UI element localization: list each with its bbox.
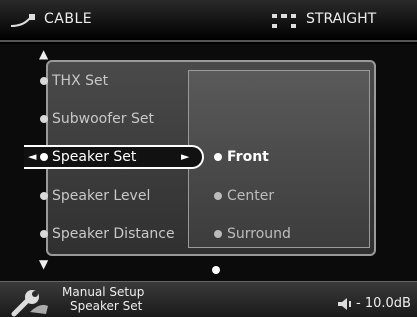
arrow-right-icon[interactable]: ► <box>181 150 189 163</box>
scroll-up-icon[interactable]: ▲ <box>39 48 48 60</box>
bullet-icon <box>214 153 222 161</box>
arrow-left-icon[interactable]: ◄ <box>28 150 36 163</box>
menu-item-label: Speaker Level <box>52 188 151 204</box>
bullet-icon <box>40 153 48 161</box>
scroll-down-icon[interactable]: ▼ <box>39 258 48 270</box>
bullet-icon <box>40 115 48 123</box>
bullet-icon <box>40 77 48 85</box>
submenu-item-label: Surround <box>227 226 291 242</box>
bullet-icon <box>214 230 222 238</box>
menu-item-speaker-set[interactable]: Speaker Set <box>40 145 136 169</box>
bullet-icon <box>40 192 48 200</box>
wrench-icon <box>11 290 48 317</box>
listening-mode-label: STRAIGHT <box>306 11 377 27</box>
submenu-item-surround[interactable]: Surround <box>214 222 291 246</box>
menu-item-label: Subwoofer Set <box>52 111 154 127</box>
status-footer: Manual Setup Speaker Set - 10.0dB <box>0 281 417 317</box>
menu-item-label: Speaker Distance <box>52 226 175 242</box>
setup-title: Manual Setup <box>62 285 145 299</box>
submenu-item-label: Center <box>227 188 275 204</box>
menu-item-subwoofer-set[interactable]: Subwoofer Set <box>40 107 154 131</box>
menu-item-speaker-distance[interactable]: Speaker Distance <box>40 222 175 246</box>
volume-level: - 10.0dB <box>356 296 411 311</box>
status-header: CABLE STRAIGHT <box>0 0 417 42</box>
speaker-volume-icon <box>338 298 351 310</box>
bullet-icon <box>214 192 222 200</box>
menu-item-speaker-level[interactable]: Speaker Level <box>40 184 150 208</box>
menu-item-label: Speaker Set <box>52 149 137 165</box>
cable-icon <box>10 14 36 27</box>
menu-item-label: THX Set <box>52 73 109 89</box>
speaker-layout-icon <box>272 14 296 28</box>
page-indicator-dot <box>212 266 220 274</box>
menu-item-thx-set[interactable]: THX Set <box>40 69 108 93</box>
setup-subtitle: Speaker Set <box>70 299 143 313</box>
submenu-item-center[interactable]: Center <box>214 184 274 208</box>
input-source-label: CABLE <box>44 11 93 27</box>
submenu-item-front[interactable]: Front <box>214 145 269 169</box>
bullet-icon <box>40 230 48 238</box>
submenu-item-label: Front <box>227 149 269 165</box>
